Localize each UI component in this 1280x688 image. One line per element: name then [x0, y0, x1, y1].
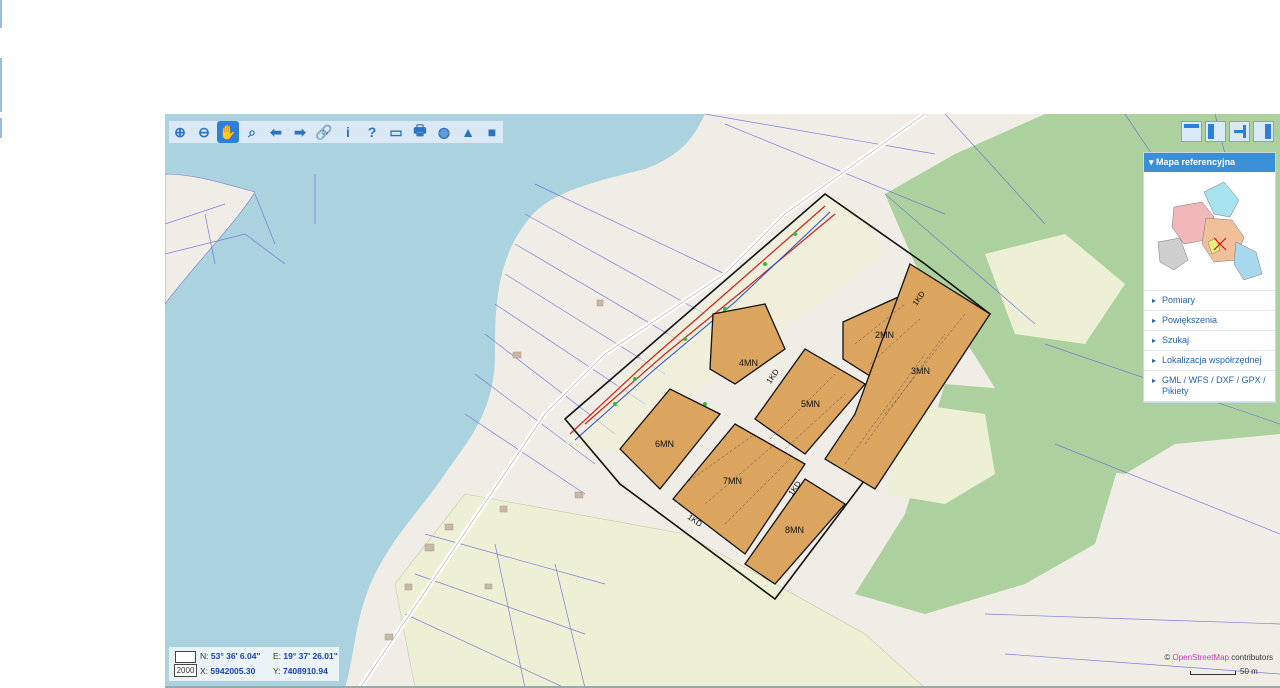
warning-icon[interactable]: ▲ — [457, 121, 479, 143]
reference-map[interactable] — [1144, 172, 1275, 291]
scale-bar-label: 50 m — [1240, 667, 1258, 676]
e-label: E: — [273, 651, 282, 661]
panel-header-label: Mapa referencyjna — [1156, 157, 1236, 167]
x-label: X: — [200, 666, 209, 676]
map-attribution: © OpenStreetMap contributors — [1164, 653, 1273, 662]
zoom-extent-icon[interactable]: ⌕ — [241, 121, 263, 143]
layout-left-icon[interactable] — [1205, 121, 1226, 142]
n-value: 53° 36' 6.04" — [210, 651, 261, 661]
coordinate-format-icon[interactable] — [175, 651, 196, 663]
reference-map-header[interactable]: ▾ Mapa referencyjna — [1144, 153, 1275, 172]
panel-item-lokalizacja[interactable]: Lokalizacja współrzędnej — [1144, 351, 1275, 371]
scale-bar-line — [1190, 671, 1236, 675]
e-value: 19° 37' 26.01" — [283, 651, 338, 661]
zoom-out-icon[interactable]: ⊖ — [193, 121, 215, 143]
zoom-in-icon[interactable]: ⊕ — [169, 121, 191, 143]
map-toolbar: ⊕ ⊖ ✋ ⌕ ⬅ ➡ 🔗 i? ▭ 🖶 ◍ ▲ ■ — [169, 121, 503, 143]
layout-exit-icon[interactable] — [1229, 121, 1250, 142]
n-label: N: — [200, 651, 209, 661]
measure-icon[interactable]: ▭ — [385, 121, 407, 143]
pan-hand-icon[interactable]: ✋ — [217, 121, 239, 143]
panel-item-pomiary[interactable]: Pomiary — [1144, 291, 1275, 311]
globe-icon[interactable]: ◍ — [433, 121, 455, 143]
print-icon[interactable]: 🖶 — [409, 121, 431, 143]
scale-bar: 50 m — [1190, 666, 1270, 678]
side-panel: ▾ Mapa referencyjna Pomiary Powiększenia… — [1143, 152, 1276, 403]
reference-map-graphic — [1157, 181, 1263, 281]
x-value: 5942005.30 — [210, 666, 256, 676]
layout-top-icon[interactable] — [1181, 121, 1202, 142]
video-icon[interactable]: ■ — [481, 121, 503, 143]
copyright-symbol: © — [1164, 653, 1171, 662]
link-icon[interactable]: 🔗 — [313, 121, 335, 143]
scale-input[interactable]: 2000 — [174, 664, 197, 677]
forward-arrow-icon[interactable]: ➡ — [289, 121, 311, 143]
y-value: 7408910.94 — [282, 666, 328, 676]
osm-link[interactable]: OpenStreetMap — [1172, 653, 1228, 662]
left-edge-marks — [0, 0, 2, 688]
panel-item-gml-export[interactable]: GML / WFS / DXF / GPX / Pikiety — [1144, 371, 1275, 402]
layout-right-icon[interactable] — [1253, 121, 1274, 142]
y-label: Y: — [273, 666, 281, 676]
back-arrow-icon[interactable]: ⬅ — [265, 121, 287, 143]
info-icon[interactable]: i — [337, 121, 359, 143]
query-icon[interactable]: ? — [361, 121, 383, 143]
view-layout-buttons — [1181, 121, 1274, 142]
panel-item-powiekszenia[interactable]: Powiększenia — [1144, 311, 1275, 331]
coordinates-box: 2000 N: 53° 36' 6.04" E: 19° 37' 26.01" … — [169, 647, 339, 681]
panel-item-szukaj[interactable]: Szukaj — [1144, 331, 1275, 351]
attribution-suffix: contributors — [1231, 653, 1273, 662]
